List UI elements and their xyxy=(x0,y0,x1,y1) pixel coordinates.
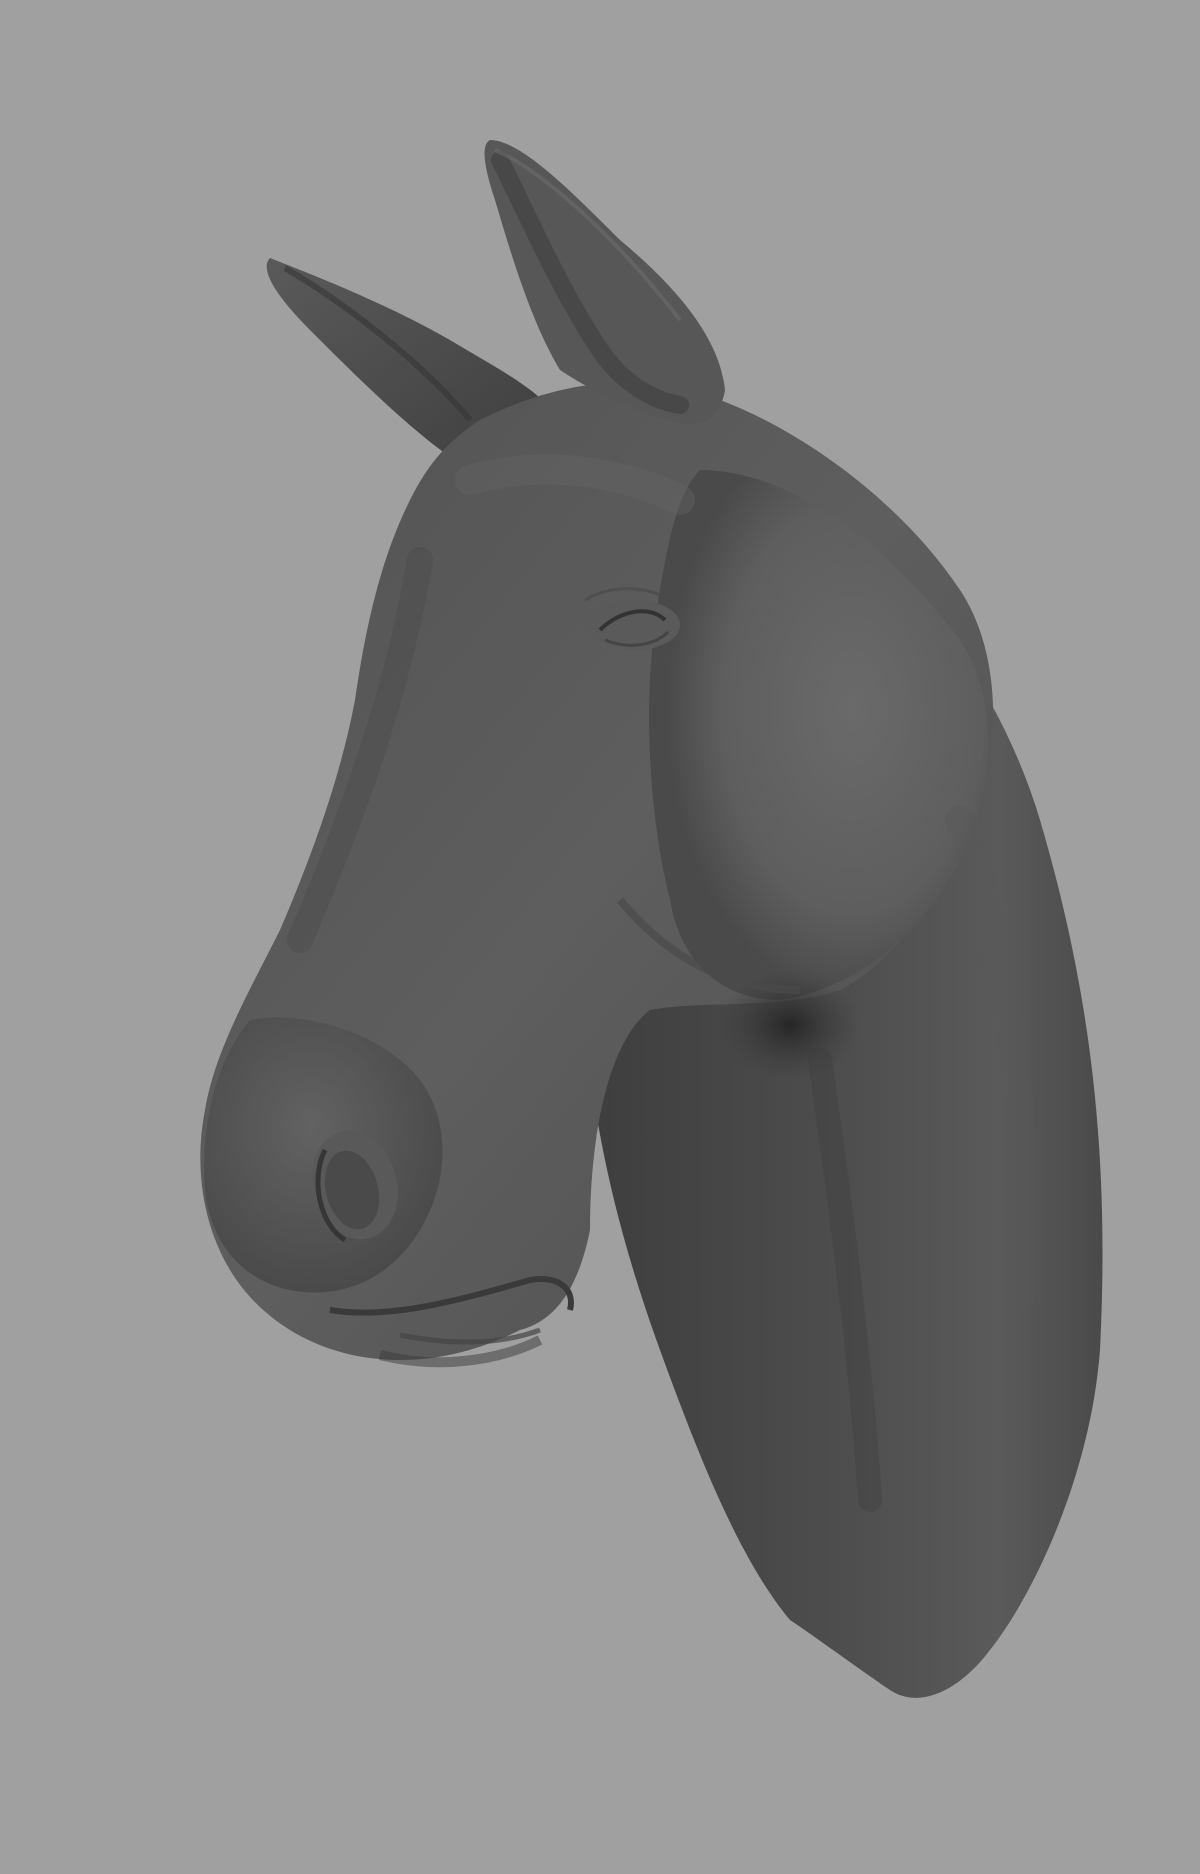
3d-viewport[interactable] xyxy=(0,0,1200,1874)
horse-head-model xyxy=(200,140,1103,1698)
